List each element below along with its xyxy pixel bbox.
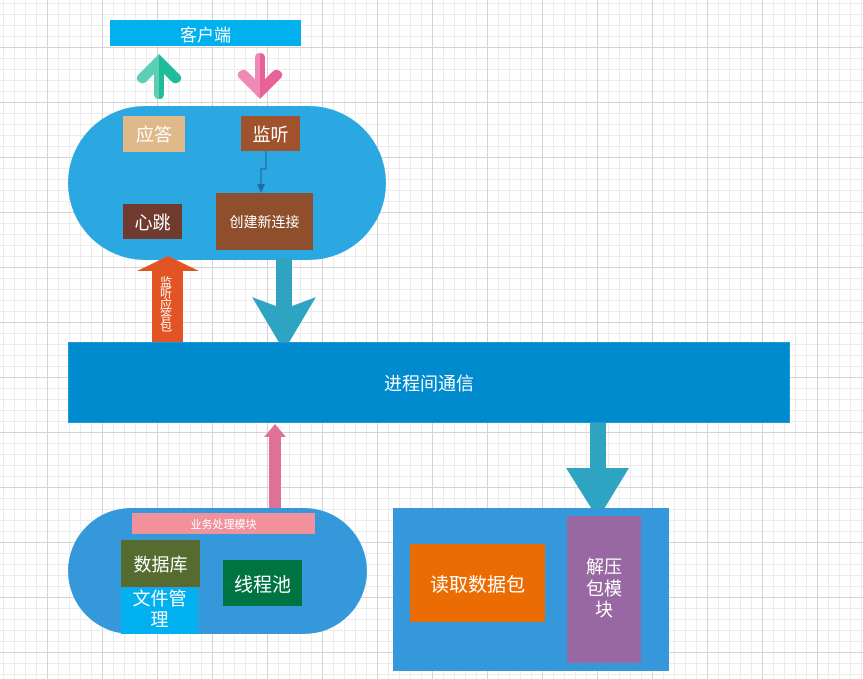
reply-label: 应答 [136, 125, 172, 146]
read-packet-node[interactable]: 读取数据包 [410, 544, 545, 622]
new-connection-node[interactable]: 创建新连接 [216, 193, 313, 250]
read-packet-label: 读取数据包 [429, 573, 525, 596]
database-node[interactable]: 数据库 [121, 540, 200, 587]
down-arrow-icon [237, 53, 283, 99]
file-management-node[interactable]: 文件管 理 [121, 588, 198, 634]
listen-to-newconn-connector [257, 151, 267, 193]
client-node[interactable]: 客户端 [110, 20, 301, 46]
business-module-header[interactable]: 业务处理模块 [132, 513, 315, 534]
ipc-label: 进程间通信 [384, 373, 474, 395]
decompress-label-line2: 包模 [586, 578, 622, 600]
decompress-label-line3: 块 [595, 600, 613, 622]
file-management-label-line2: 理 [150, 610, 169, 631]
file-management-label-line1: 文件管 [132, 589, 187, 611]
listen-label: 监听 [252, 124, 289, 146]
listen-node[interactable]: 监听 [241, 116, 300, 151]
ipc-node[interactable]: 进程间通信 [68, 342, 790, 423]
heartbeat-node[interactable]: 心跳 [123, 204, 182, 239]
new-connection-label: 创建新连接 [229, 214, 300, 231]
top-to-ipc-arrow [252, 258, 316, 351]
listen-reply-arrow-label: 监听应答包 [158, 276, 173, 331]
decompress-node[interactable]: 解压 包模 块 [567, 516, 641, 663]
client-label: 客户端 [180, 25, 231, 46]
decompress-label-line1: 解压 [586, 557, 622, 579]
business-to-ipc-arrow [264, 424, 286, 514]
heartbeat-label: 心跳 [134, 212, 171, 234]
thread-pool-node[interactable]: 线程池 [223, 560, 302, 606]
up-arrow-icon [136, 54, 182, 99]
database-label: 数据库 [133, 554, 188, 576]
business-module-label: 业务处理模块 [190, 517, 257, 531]
ipc-to-packet-arrow [566, 423, 629, 519]
reply-node[interactable]: 应答 [123, 116, 185, 152]
thread-pool-label: 线程池 [233, 573, 291, 596]
